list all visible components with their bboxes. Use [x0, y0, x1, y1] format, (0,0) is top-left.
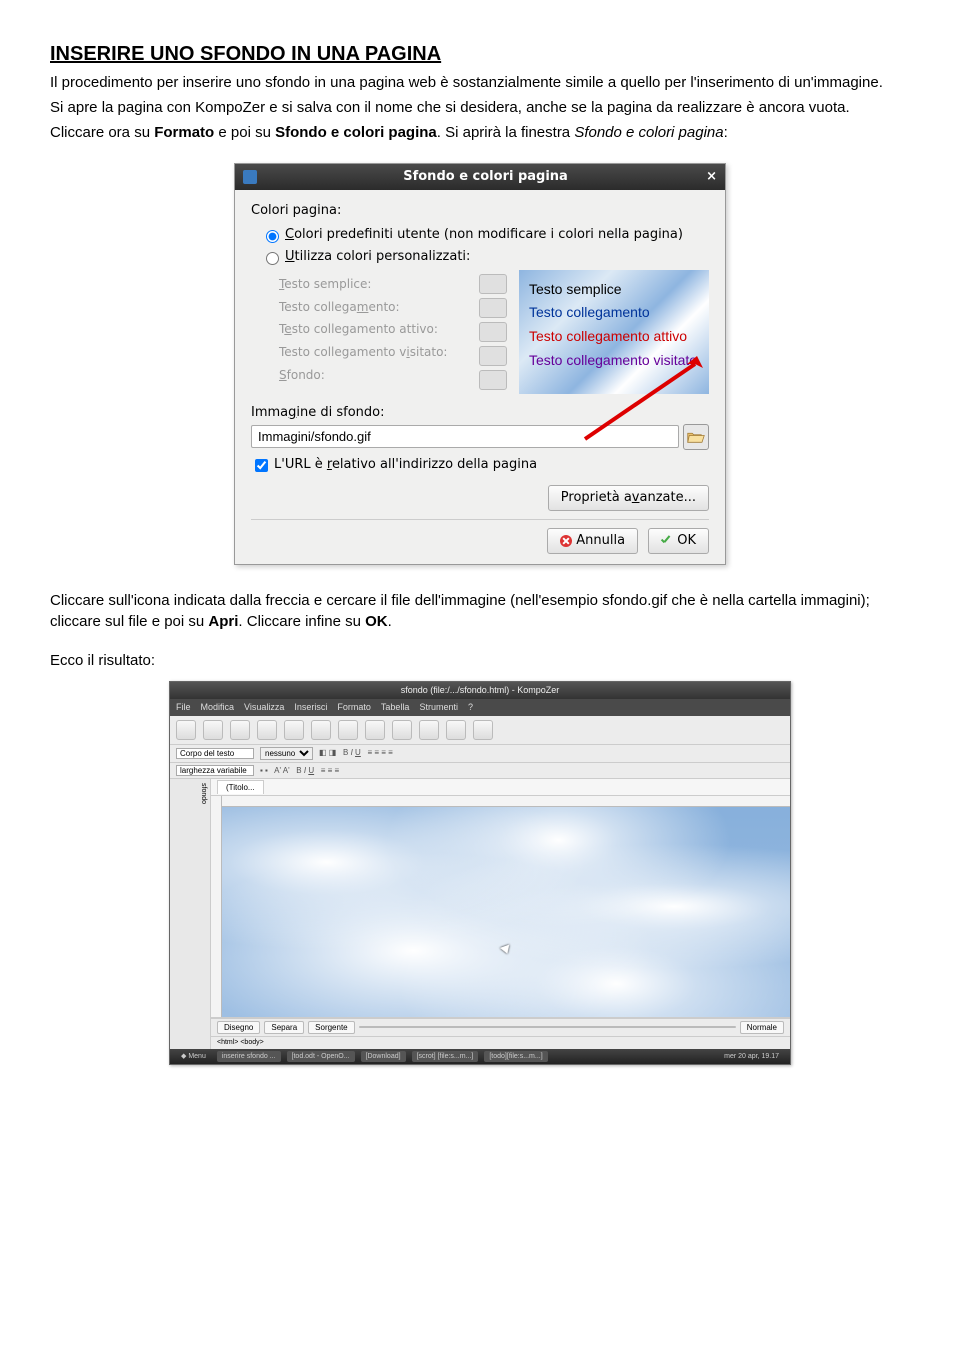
kompozer-status-bar: <html> <body> — [211, 1036, 790, 1049]
intro-para-3: Cliccare ora su Formato e poi su Sfondo … — [50, 122, 910, 143]
kompozer-view-tabs: Disegno Separa Sorgente Normale — [211, 1018, 790, 1036]
taskbar-item[interactable]: [scrot] [file:s...m...] — [412, 1051, 479, 1063]
menu-visualizza[interactable]: Visualizza — [244, 701, 284, 714]
class-select[interactable]: nessuno — [260, 747, 313, 760]
kompozer-screenshot: sfondo (file:/.../sfondo.html) - KompoZe… — [169, 681, 791, 1065]
swatch-labels: Testo semplice: Testo collegamento: Test… — [261, 270, 479, 394]
page-title: INSERIRE UNO SFONDO IN UNA PAGINA — [50, 40, 910, 68]
toolbar-icon[interactable] — [257, 720, 277, 740]
taskbar-item[interactable]: inserire sfondo ... — [217, 1051, 281, 1063]
color-preview: Testo semplice Testo collegamento Testo … — [519, 270, 709, 394]
paragraph-format-select[interactable] — [176, 748, 254, 759]
kompozer-menubar: File Modifica Visualizza Inserisci Forma… — [170, 699, 790, 716]
swatch-testo-collegamento-attivo[interactable] — [479, 322, 507, 342]
toolbar-icon[interactable] — [446, 720, 466, 740]
intro-para-2: Si apre la pagina con KompoZer e si salv… — [50, 97, 910, 118]
swatch-buttons — [479, 270, 519, 394]
bg-image-label: Immagine di sfondo: — [251, 404, 709, 422]
mouse-cursor-icon — [499, 945, 511, 956]
toolbar-icon[interactable] — [392, 720, 412, 740]
kompozer-toolbar-format: nessuno ◧ ◨ B I U ≡ ≡ ≡ ≡ — [170, 745, 790, 763]
swatch-sfondo[interactable] — [479, 370, 507, 390]
after-para-1: Cliccare sull'icona indicata dalla frecc… — [50, 590, 910, 632]
toolbar-icon[interactable] — [203, 720, 223, 740]
toolbar-icon[interactable] — [176, 720, 196, 740]
cancel-icon — [560, 535, 572, 547]
url-relative-checkbox-row[interactable]: L'URL è relativo all'indirizzo della pag… — [251, 456, 709, 475]
swatch-testo-semplice[interactable] — [479, 274, 507, 294]
taskbar-item[interactable]: [todo][file:s...m...] — [484, 1051, 547, 1063]
menu-file[interactable]: File — [176, 701, 191, 714]
taskbar-clock: mer 20 apr, 19.17 — [719, 1051, 784, 1063]
ok-icon — [661, 535, 673, 547]
os-taskbar: ◆ Menu inserire sfondo ... [tod.odt - Op… — [170, 1049, 790, 1065]
toolbar-icon[interactable] — [284, 720, 304, 740]
menu-formato[interactable]: Formato — [337, 701, 371, 714]
kompozer-sidebar[interactable]: sfondo — [170, 779, 211, 1049]
open-folder-icon — [687, 430, 705, 444]
swatch-testo-collegamento-visitato[interactable] — [479, 346, 507, 366]
dialog-titlebar: Sfondo e colori pagina × — [235, 164, 725, 190]
radio-colori-personalizzati-input[interactable] — [266, 252, 279, 265]
kompozer-toolbar-width: ▪ ▪ A' A' B I U ≡ ≡ ≡ — [170, 763, 790, 779]
close-icon[interactable]: × — [706, 168, 717, 186]
kompozer-canvas[interactable] — [211, 796, 790, 1018]
radio-colori-predefiniti[interactable]: Colori predefiniti utente (non modificar… — [261, 226, 709, 244]
menu-help[interactable]: ? — [468, 701, 473, 714]
taskbar-item[interactable]: [tod.odt - OpenO... — [287, 1051, 355, 1063]
menu-strumenti[interactable]: Strumenti — [419, 701, 458, 714]
view-tab-disegno[interactable]: Disegno — [217, 1021, 260, 1034]
ruler-horizontal — [211, 796, 790, 807]
dialog-title: Sfondo e colori pagina — [265, 168, 706, 186]
bg-image-path-input[interactable] — [251, 425, 679, 448]
toolbar-icon[interactable] — [473, 720, 493, 740]
menu-inserisci[interactable]: Inserisci — [294, 701, 327, 714]
toolbar-icon[interactable] — [338, 720, 358, 740]
section-colori-pagina: Colori pagina: — [251, 202, 709, 220]
view-tab-sorgente[interactable]: Sorgente — [308, 1021, 354, 1034]
ruler-vertical — [211, 796, 222, 1017]
dialog-app-icon — [243, 170, 257, 184]
swatch-testo-collegamento[interactable] — [479, 298, 507, 318]
kompozer-toolbar-main — [170, 716, 790, 745]
ok-button[interactable]: OK — [648, 528, 709, 554]
taskbar-item[interactable]: [Download] — [361, 1051, 406, 1063]
result-label: Ecco il risultato: — [50, 650, 910, 671]
view-tab-separa[interactable]: Separa — [264, 1021, 304, 1034]
kompozer-document-tabs: (Titolo... — [211, 779, 790, 796]
menu-tabella[interactable]: Tabella — [381, 701, 410, 714]
document-tab[interactable]: (Titolo... — [217, 780, 264, 794]
width-select[interactable] — [176, 765, 254, 776]
cancel-button[interactable]: Annulla — [547, 528, 638, 554]
dialog-sfondo-colori: Sfondo e colori pagina × Colori pagina: … — [234, 163, 726, 565]
toolbar-icon[interactable] — [365, 720, 385, 740]
toolbar-icon[interactable] — [419, 720, 439, 740]
radio-colori-predefiniti-input[interactable] — [266, 230, 279, 243]
browse-button[interactable] — [683, 424, 709, 450]
advanced-properties-button[interactable]: Proprietà avanzate... — [548, 485, 709, 511]
radio-colori-personalizzati[interactable]: Utilizza colori personalizzati: — [261, 248, 709, 266]
intro-para-1: Il procedimento per inserire uno sfondo … — [50, 72, 910, 93]
toolbar-icon[interactable] — [230, 720, 250, 740]
kompozer-titlebar: sfondo (file:/.../sfondo.html) - KompoZe… — [170, 682, 790, 699]
view-mode-normale[interactable]: Normale — [740, 1021, 784, 1034]
toolbar-icon[interactable] — [311, 720, 331, 740]
menu-modifica[interactable]: Modifica — [201, 701, 235, 714]
url-relative-checkbox[interactable] — [255, 459, 268, 472]
